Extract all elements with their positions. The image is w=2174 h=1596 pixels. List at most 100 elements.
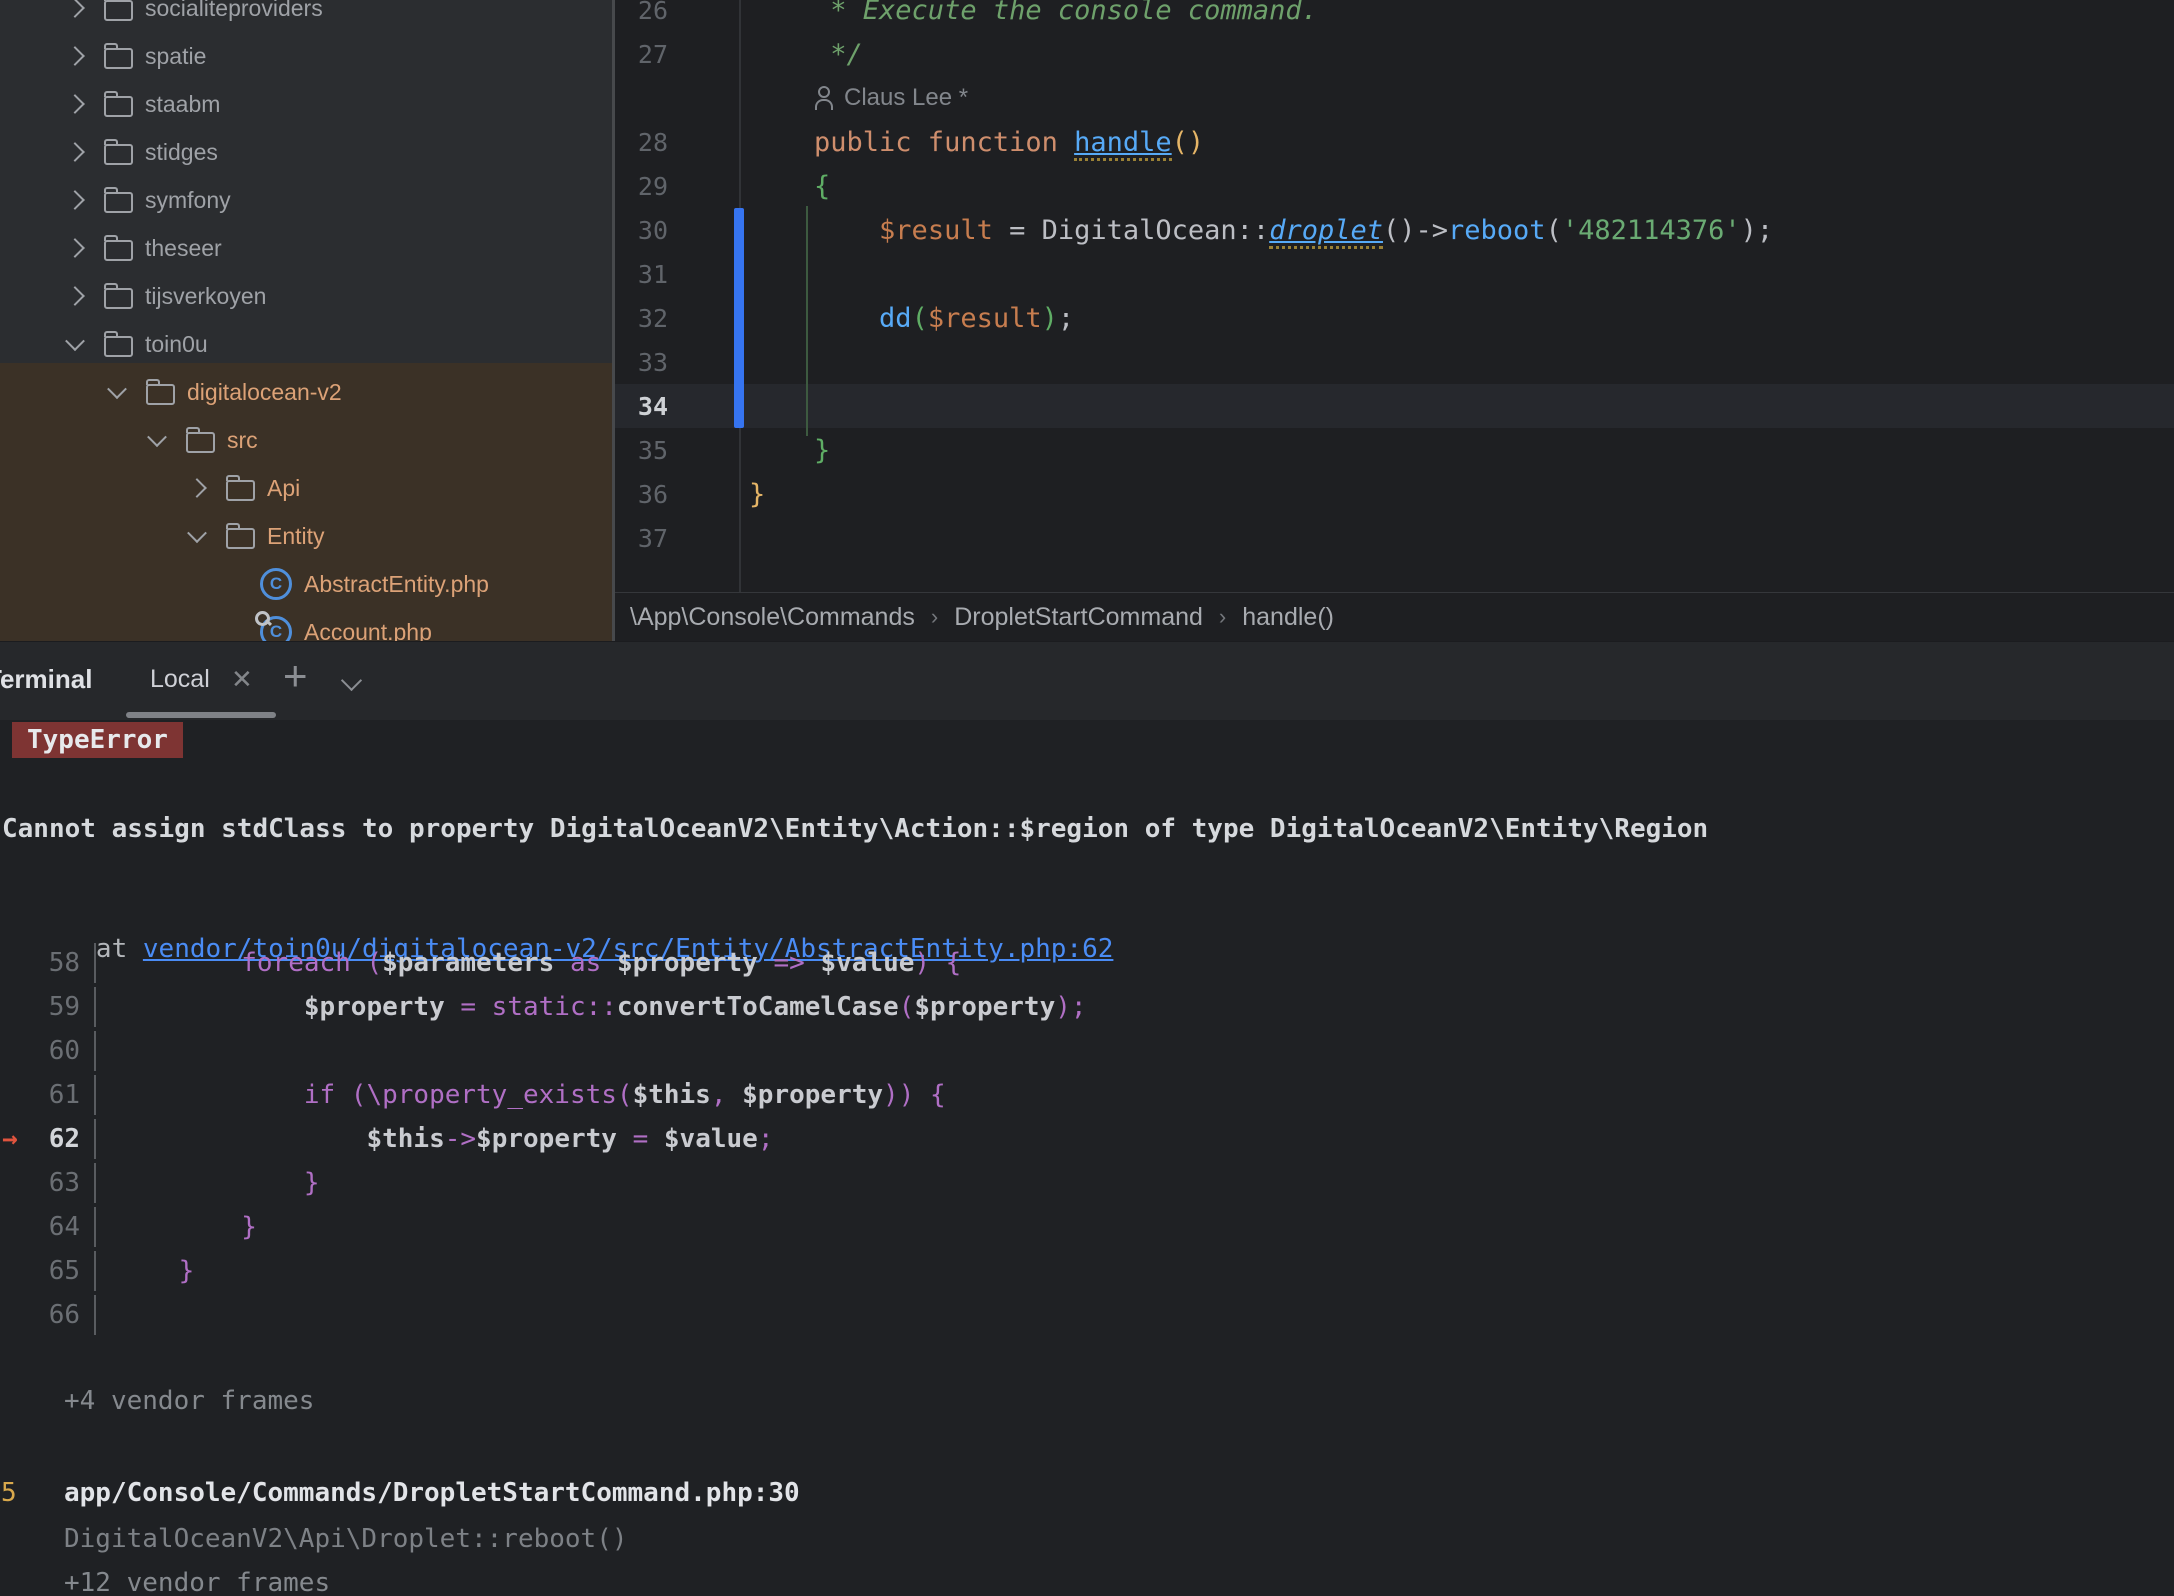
project-tree-panel[interactable]: socialiteproviders spatiestaabmstidges sym… xyxy=(0,0,612,641)
trace-gutter-bar xyxy=(94,1207,96,1247)
ide-window: socialiteproviders spatiestaabmstidges sym… xyxy=(0,0,2174,1596)
code-line-text: * Execute the console command. xyxy=(749,0,1318,26)
editor-line: 33 xyxy=(615,340,2174,384)
trace-gutter-bar xyxy=(94,1251,96,1291)
code-token: */ xyxy=(749,39,863,70)
php-class-icon: C xyxy=(260,616,292,641)
trace-gutter-bar xyxy=(94,1119,96,1159)
code-editor[interactable]: 26 * Execute the console command.27 */Cl… xyxy=(615,0,2174,592)
code-token: } xyxy=(116,1168,320,1198)
breadcrumb-item[interactable]: \App\Console\Commands xyxy=(630,603,915,632)
code-token: convertToCamelCase xyxy=(617,992,899,1022)
tree-item-src[interactable]: src xyxy=(0,416,612,464)
code-token: $property xyxy=(116,992,460,1022)
chevron-right-icon[interactable] xyxy=(65,94,85,114)
code-token: ; xyxy=(758,1124,774,1154)
folder-icon xyxy=(104,96,133,117)
code-token xyxy=(749,303,879,334)
close-tab-icon[interactable]: ✕ xyxy=(231,642,253,716)
tree-item-label: Api xyxy=(267,475,300,502)
tree-item-toin0u[interactable]: toin0u xyxy=(0,320,612,368)
active-tab-indicator xyxy=(126,712,276,718)
tree-item-entity[interactable]: Entity xyxy=(0,512,612,560)
code-line-text: dd($result); xyxy=(749,303,1074,334)
chevron-down-icon[interactable] xyxy=(341,670,362,691)
code-line-text: { xyxy=(749,171,830,202)
code-token: ()-> xyxy=(1383,215,1448,246)
folder-icon xyxy=(104,144,133,165)
folder-icon xyxy=(104,0,133,21)
code-token: droplet xyxy=(1269,215,1383,249)
new-tab-icon[interactable]: + xyxy=(283,639,308,713)
trace-line: 64 } xyxy=(0,1205,2174,1249)
tree-item-symfony[interactable]: symfony xyxy=(0,176,612,224)
trace-code-text: } xyxy=(116,1168,320,1198)
tree-item-label: socialiteproviders xyxy=(145,0,323,22)
breadcrumb-item[interactable]: DropletStartCommand xyxy=(954,603,1203,632)
tree-item-staabm[interactable]: staabm xyxy=(0,80,612,128)
breadcrumb-item[interactable]: handle() xyxy=(1242,603,1334,632)
tree-item-account-php[interactable]: CAccount.php xyxy=(0,608,612,641)
code-token: foreach ( xyxy=(241,948,382,978)
php-class-icon: C xyxy=(260,568,292,600)
author-inlay-label[interactable]: Claus Lee * xyxy=(844,84,968,112)
trace-code-text: if (\property_exists($this, $property)) … xyxy=(116,1080,946,1110)
tree-item-tijsverkoyen[interactable]: tijsverkoyen xyxy=(0,272,612,320)
code-token: as xyxy=(554,948,617,978)
code-token: => xyxy=(758,948,821,978)
code-token: ); xyxy=(1741,215,1774,246)
frame-number: 5 xyxy=(1,1478,17,1508)
terminal-output[interactable]: TypeError Cannot assign stdClass to prop… xyxy=(0,720,2174,1596)
terminal-toolbar: Terminal Local ✕ + xyxy=(0,641,2174,721)
tree-item-label: digitalocean-v2 xyxy=(187,379,342,406)
trace-code-text: foreach ($parameters as $property => $va… xyxy=(116,948,961,978)
key-overlay-icon xyxy=(255,611,270,626)
trace-line: 66 xyxy=(0,1293,2174,1337)
editor-line: 37 xyxy=(615,516,2174,560)
code-token: } xyxy=(749,435,830,466)
chevron-down-icon[interactable] xyxy=(107,379,127,399)
code-token: } xyxy=(116,1212,257,1242)
person-icon xyxy=(814,86,834,110)
editor-line: 27 */ xyxy=(615,32,2174,76)
chevron-right-icon[interactable] xyxy=(65,238,85,258)
chevron-right-icon[interactable] xyxy=(187,478,207,498)
code-token: ) xyxy=(1042,303,1058,334)
line-number: 27 xyxy=(615,40,668,69)
code-token: if (\property_exists( xyxy=(116,1080,633,1110)
code-line-text: public function handle() xyxy=(749,127,1204,158)
code-token: ) { xyxy=(914,948,961,978)
tree-item-label: symfony xyxy=(145,187,231,214)
trace-gutter-bar xyxy=(94,1075,96,1115)
trace-line-number: 59 xyxy=(0,992,80,1022)
tree-item-api[interactable]: Api xyxy=(0,464,612,512)
chevron-right-icon[interactable] xyxy=(65,142,85,162)
tree-item-spatie[interactable]: spatie xyxy=(0,32,612,80)
collapsed-vendor-frames[interactable]: +12 vendor frames xyxy=(64,1568,330,1596)
trace-line: 58 foreach ($parameters as $property => … xyxy=(0,941,2174,985)
code-token xyxy=(749,215,879,246)
trace-code-text: $this->$property = $value; xyxy=(116,1124,773,1154)
tree-item-abstractentity-php[interactable]: CAbstractEntity.php xyxy=(0,560,612,608)
chevron-down-icon[interactable] xyxy=(65,331,85,351)
folder-icon xyxy=(104,288,133,309)
folder-icon xyxy=(186,432,215,453)
code-token: = xyxy=(617,1124,664,1154)
frame-path[interactable]: app/Console/Commands/DropletStartCommand… xyxy=(64,1478,800,1508)
tree-item-theseer[interactable]: theseer xyxy=(0,224,612,272)
trace-line: 63 } xyxy=(0,1161,2174,1205)
chevron-right-icon[interactable] xyxy=(65,46,85,66)
chevron-right-icon[interactable] xyxy=(65,190,85,210)
tree-item-digitalocean-v2[interactable]: digitalocean-v2 xyxy=(0,368,612,416)
terminal-tab-local[interactable]: Local xyxy=(150,642,210,716)
folder-icon xyxy=(104,192,133,213)
collapsed-vendor-frames[interactable]: +4 vendor frames xyxy=(64,1386,314,1416)
chevron-right-icon[interactable] xyxy=(65,286,85,306)
tree-item-socialiteproviders[interactable]: socialiteproviders xyxy=(0,0,612,32)
tree-item-stidges[interactable]: stidges xyxy=(0,128,612,176)
trace-code-text: } xyxy=(116,1212,257,1242)
chevron-down-icon[interactable] xyxy=(147,427,167,447)
chevron-right-icon[interactable] xyxy=(65,0,85,18)
chevron-down-icon[interactable] xyxy=(187,523,207,543)
editor-line: 28 public function handle() xyxy=(615,120,2174,164)
